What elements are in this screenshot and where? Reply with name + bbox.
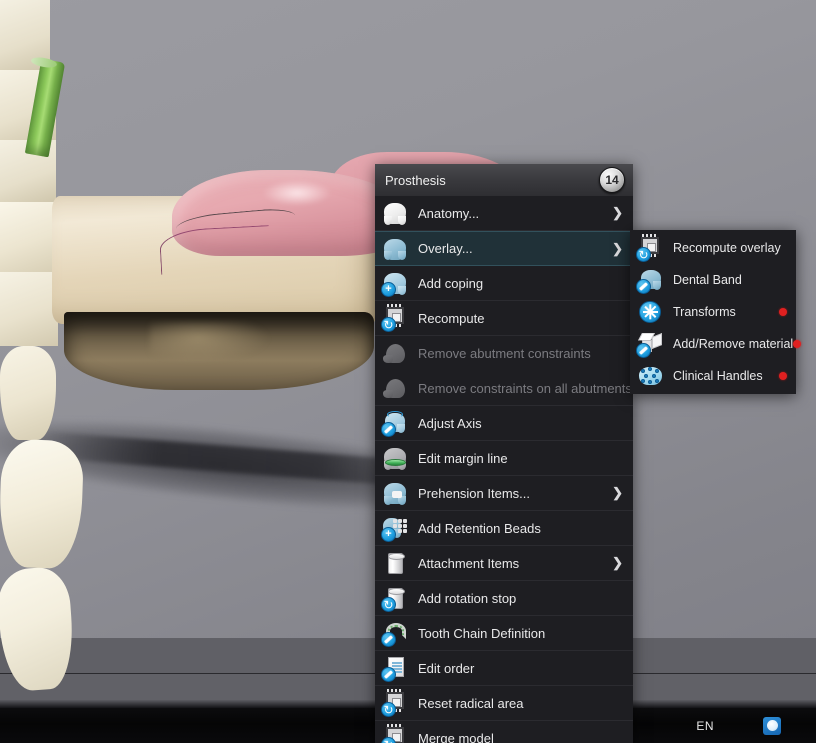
menu-item-edit-order[interactable]: Edit order xyxy=(375,651,633,686)
tooth-blue-icon xyxy=(381,235,409,263)
menu-item-overlay[interactable]: Overlay... ❯ xyxy=(375,231,633,266)
abutment-gray-icon xyxy=(381,339,409,367)
menu-item-label: Edit margin line xyxy=(418,450,508,466)
submenu-item-label: Transforms xyxy=(673,305,736,319)
plus-badge-icon: + xyxy=(381,527,396,542)
tooth-3 xyxy=(0,346,56,440)
menu-item-remove-abutment-constraints: Remove abutment constraints xyxy=(375,336,633,371)
submenu-item-add-remove-material[interactable]: Add/Remove material xyxy=(630,328,802,360)
rotation-stop-icon xyxy=(381,584,409,612)
chevron-right-icon: ❯ xyxy=(612,240,623,256)
menu-item-label: Attachment Items xyxy=(418,555,520,571)
overlay-submenu[interactable]: Recompute overlay Dental Band xyxy=(630,230,802,394)
submenu-item-label: Recompute overlay xyxy=(673,241,781,255)
edit-order-doc-icon xyxy=(381,653,410,682)
rotation-badge-icon xyxy=(381,597,396,612)
green-app-icon[interactable] xyxy=(793,716,807,736)
menu-item-label: Add Retention Beads xyxy=(418,520,541,536)
menu-item-reset-radical-area[interactable]: Reset radical area xyxy=(375,686,633,721)
margin-line-icon xyxy=(381,444,409,472)
menu-item-label: Overlay... xyxy=(418,241,473,256)
status-dot-red xyxy=(779,308,787,316)
tooth-number-badge[interactable]: 14 xyxy=(599,167,625,193)
recompute-chip-icon xyxy=(381,304,409,332)
submenu-item-recompute-overlay[interactable]: Recompute overlay xyxy=(630,232,796,264)
attachment-cylinder-icon xyxy=(381,549,409,577)
menu-item-merge-model[interactable]: Merge model xyxy=(375,721,633,743)
chevron-right-icon: ❯ xyxy=(612,485,623,500)
overlay-submenu-list: Recompute overlay Dental Band xyxy=(630,232,802,392)
pencil-badge-icon xyxy=(381,632,396,647)
context-menu-title-bar: Prosthesis 14 xyxy=(375,164,633,196)
menu-item-add-retention-beads[interactable]: + Add Retention Beads xyxy=(375,511,633,546)
menu-item-label: Edit order xyxy=(418,660,475,676)
chevron-right-icon: ❯ xyxy=(612,205,623,220)
dental-band-icon xyxy=(636,266,664,294)
menu-item-edit-margin-line[interactable]: Edit margin line xyxy=(375,441,633,476)
app-window: Prosthesis 14 Anatomy... ❯ Overlay... ❯ xyxy=(0,0,816,743)
menu-item-label: Add coping xyxy=(418,275,484,291)
transforms-icon xyxy=(636,298,664,326)
tooth-2 xyxy=(0,438,85,570)
pencil-badge-icon xyxy=(636,343,651,358)
tooth-chain-icon xyxy=(381,619,409,647)
recompute-chip-icon xyxy=(636,234,664,262)
recompute-chip-icon xyxy=(381,689,409,717)
menu-item-label: Remove abutment constraints xyxy=(418,345,591,361)
plus-badge-icon: + xyxy=(381,282,396,297)
refresh-badge-icon xyxy=(381,702,396,717)
submenu-item-label: Add/Remove material xyxy=(673,337,794,351)
cube-material-icon xyxy=(636,330,664,358)
abutment-gray-icon xyxy=(381,374,409,402)
menu-item-anatomy[interactable]: Anatomy... ❯ xyxy=(375,196,633,231)
menu-item-label: Reset radical area xyxy=(418,695,524,711)
menu-item-label: Add rotation stop xyxy=(418,590,517,606)
menu-item-label: Merge model xyxy=(418,730,494,743)
submenu-item-label: Clinical Handles xyxy=(673,369,763,383)
retention-beads-icon: + xyxy=(381,514,409,542)
menu-item-label: Anatomy... xyxy=(418,205,480,221)
menu-item-remove-constraints-all-abutments: Remove constraints on all abutments xyxy=(375,371,633,406)
menu-item-label: Tooth Chain Definition xyxy=(418,625,546,641)
adjust-axis-icon xyxy=(381,409,409,437)
menu-item-prehension-items[interactable]: Prehension Items... ❯ xyxy=(375,476,633,511)
menu-item-add-coping[interactable]: + Add coping xyxy=(375,266,633,301)
menu-item-label: Prehension Items... xyxy=(418,485,530,501)
tooth-1 xyxy=(0,565,77,693)
status-dot-red xyxy=(779,372,787,380)
status-dot-red xyxy=(793,340,802,348)
cast-underside-highlight xyxy=(150,322,270,362)
menu-item-label: Adjust Axis xyxy=(418,415,482,431)
context-menu-title: Prosthesis xyxy=(385,172,446,188)
leaf-icon[interactable] xyxy=(733,716,753,736)
prosthesis-context-menu[interactable]: Prosthesis 14 Anatomy... ❯ Overlay... ❯ xyxy=(375,164,633,743)
menu-item-recompute[interactable]: Recompute xyxy=(375,301,633,336)
gingiva-highlight xyxy=(262,180,332,206)
pencil-badge-icon xyxy=(381,667,396,682)
tooth-4 xyxy=(0,272,58,346)
tooth-white-icon xyxy=(381,199,409,227)
menu-item-attachment-items[interactable]: Attachment Items ❯ xyxy=(375,546,633,581)
menu-item-tooth-chain-definition[interactable]: Tooth Chain Definition xyxy=(375,616,633,651)
pencil-badge-icon xyxy=(381,422,396,437)
submenu-item-clinical-handles[interactable]: Clinical Handles xyxy=(630,360,796,392)
clinical-handles-icon xyxy=(636,362,664,390)
submenu-item-label: Dental Band xyxy=(673,273,742,287)
add-coping-icon: + xyxy=(381,269,409,297)
recompute-chip-icon xyxy=(381,724,409,743)
blue-app-icon[interactable] xyxy=(763,716,783,736)
submenu-item-transforms[interactable]: Transforms xyxy=(630,296,796,328)
menu-item-add-rotation-stop[interactable]: Add rotation stop xyxy=(375,581,633,616)
chevron-right-icon: ❯ xyxy=(612,555,623,570)
menu-item-label: Remove constraints on all abutments xyxy=(418,380,632,396)
menu-item-label: Recompute xyxy=(418,310,485,326)
context-menu-list: Anatomy... ❯ Overlay... ❯ + Add coping ↻… xyxy=(375,196,633,743)
language-indicator[interactable]: EN xyxy=(696,719,714,733)
prehension-icon xyxy=(381,479,409,507)
submenu-item-dental-band[interactable]: Dental Band xyxy=(630,264,796,296)
refresh-badge-icon xyxy=(636,247,651,262)
refresh-badge-icon xyxy=(381,317,396,332)
pencil-badge-icon xyxy=(636,279,651,294)
menu-item-adjust-axis[interactable]: Adjust Axis xyxy=(375,406,633,441)
